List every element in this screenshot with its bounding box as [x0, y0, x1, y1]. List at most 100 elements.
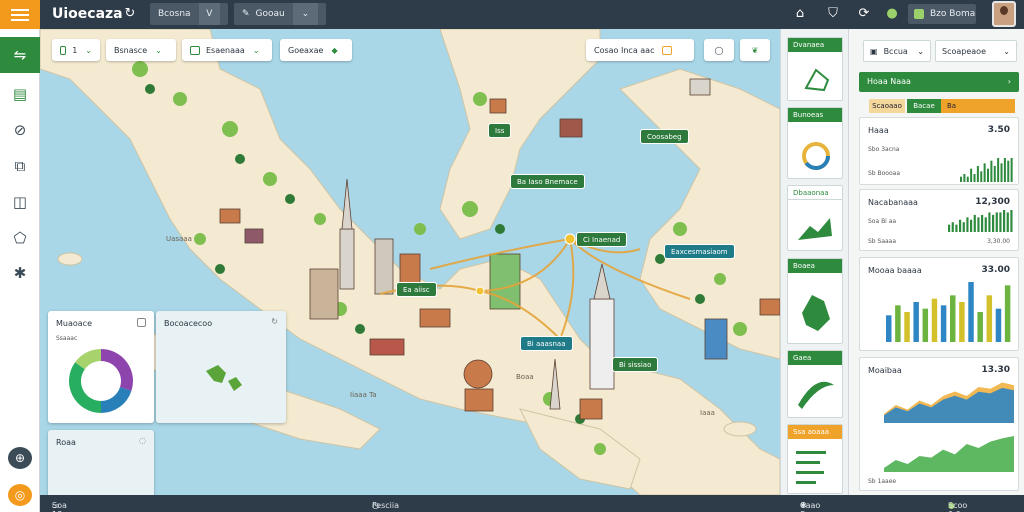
- refresh-icon[interactable]: ↻: [122, 6, 138, 22]
- list-icon: [796, 451, 826, 484]
- info-icon[interactable]: ◌: [139, 436, 146, 445]
- chevron-down-icon: ⌄: [155, 45, 162, 55]
- chart-bar: [981, 214, 984, 232]
- chart-bar: [895, 305, 901, 342]
- map-label[interactable]: Bi sissiao: [612, 357, 659, 372]
- chart-bar: [966, 176, 969, 182]
- sync-icon[interactable]: ⟳: [856, 6, 872, 22]
- rc2-dropdown-2[interactable]: Scoapeaoe ⌄: [935, 40, 1017, 62]
- mini-card-4[interactable]: Boaea: [787, 258, 843, 344]
- calendar-icon: [190, 45, 200, 55]
- map-search-pill[interactable]: Cosao Inca aac: [586, 39, 694, 61]
- dataset-dropdown-label: Bcosna: [158, 9, 191, 19]
- overview-header[interactable]: Hoaa Naaa ›: [859, 72, 1019, 92]
- user-button[interactable]: Bzo Boma: [908, 4, 976, 24]
- circle-icon: ◯: [714, 45, 724, 55]
- dataset-dropdown-chevron: V: [198, 3, 220, 25]
- map-label[interactable]: Iss: [488, 123, 512, 138]
- mini-card-2[interactable]: Bunoeas oaaa: [787, 107, 843, 179]
- stat-panel-4: Moaibaa 13.30 Sb 1aaee: [859, 357, 1019, 491]
- filter-pill-3[interactable]: Esaenaaa ⌄: [182, 39, 272, 61]
- sidebar-item-regions[interactable]: ⬠: [8, 227, 32, 249]
- sidebar-item-reports[interactable]: ▤: [8, 83, 32, 105]
- chart-bar: [963, 174, 966, 182]
- edit-icon: ✎: [242, 9, 250, 19]
- chart-bar: [988, 212, 991, 232]
- chart-bar: [993, 166, 996, 182]
- calendar-icon: ▣: [870, 46, 878, 56]
- shield-icon[interactable]: ⛉: [825, 6, 841, 22]
- menu-button[interactable]: [0, 0, 40, 29]
- user-status-icon: [914, 9, 924, 19]
- map-label[interactable]: Ci Inaenad: [576, 232, 628, 247]
- stat-panel-2: Nacabanaaa 12,300 Soa Bi aa Sb Saaaa 3,3…: [859, 189, 1019, 251]
- chart-bar: [1000, 163, 1003, 182]
- sidebar-item-notes[interactable]: ◫: [8, 191, 32, 213]
- leaf-icon: [798, 381, 834, 409]
- sidebar-item-settings[interactable]: ✱: [8, 262, 32, 284]
- status-icon[interactable]: ●: [884, 6, 900, 22]
- chart-bar: [1003, 158, 1006, 182]
- chart-bar: [1004, 285, 1011, 342]
- map-label[interactable]: Ba Iaso Bnemace: [510, 174, 585, 189]
- chart-bar: [886, 315, 892, 342]
- app-title: Uioecaza: [52, 6, 123, 22]
- filter-pill-2[interactable]: Bsnasce ⌄: [106, 39, 176, 61]
- sidebar-item-explore[interactable]: ⊘: [8, 119, 32, 141]
- chart-bar: [999, 212, 1002, 232]
- sidebar-help-button[interactable]: ◎: [8, 484, 32, 506]
- chart-bar: [913, 302, 919, 342]
- chart-bar: [976, 166, 979, 182]
- mini-card-1[interactable]: Dvanaea: [787, 37, 843, 101]
- map-label[interactable]: Ea aiisc: [396, 282, 437, 297]
- map-label[interactable]: Coosabeg: [640, 129, 689, 144]
- chart-bar: [997, 158, 1000, 182]
- tab-1[interactable]: Scaoaao: [869, 99, 905, 113]
- tab-3[interactable]: Ba: [941, 99, 1015, 113]
- map-label[interactable]: Eaxcesmasiaom: [664, 244, 735, 259]
- donut-slice: [100, 349, 133, 391]
- chart-bar: [992, 214, 995, 232]
- donut-slice: [69, 362, 102, 413]
- filter-pill-4[interactable]: Goeaxae ◆: [280, 39, 352, 61]
- mini-card-6[interactable]: Ssa aoaaa: [787, 424, 843, 494]
- mini-card-5[interactable]: Gaea: [787, 350, 843, 418]
- chart-bar: [962, 222, 965, 232]
- chart-bar: [986, 295, 993, 342]
- land-text: Iiaaa Ta: [350, 391, 377, 399]
- view-dropdown[interactable]: ✎ Gooau ⌄: [234, 3, 326, 25]
- chart-bar: [904, 312, 910, 342]
- left-sidebar: ⇋ ▤ ⊘ ⧉ ◫ ⬠ ✱ ⊕ ◎: [0, 29, 40, 512]
- info-card-title: Roaa: [56, 438, 76, 447]
- chart-bar: [990, 160, 993, 182]
- mini-card-3[interactable]: Dbaaonaa: [787, 185, 843, 251]
- dataset-dropdown[interactable]: Bcosna V: [150, 3, 228, 25]
- chart-bar: [966, 217, 969, 232]
- tab-2[interactable]: Bacae: [907, 99, 941, 113]
- home-icon[interactable]: ⌂: [792, 6, 808, 22]
- stat-panel-3: Mooaa baaaa 33.00: [859, 257, 1019, 351]
- chart-bar: [995, 308, 1002, 342]
- map-label[interactable]: Bi aaasnaa: [520, 336, 573, 351]
- chart-bar: [970, 219, 973, 232]
- sidebar-item-files[interactable]: ⧉: [8, 155, 32, 177]
- area-series-2: [884, 436, 1014, 472]
- chevron-down-icon: ⌄: [252, 45, 260, 55]
- info-card: Roaa ◌: [48, 430, 154, 495]
- map-canvas[interactable]: 1 ⌄ Bsnasce ⌄ Esaenaaa ⌄ Goeaxae ◆ Cosao Inc…: [40, 29, 780, 495]
- chart-bar: [940, 305, 947, 342]
- avatar[interactable]: [992, 1, 1016, 27]
- right-mini-panel: Dvanaea Bunoeas oaaa Dbaaonaa Boaea Gaea…: [780, 29, 848, 495]
- top-bar: Uioecaza ↻ Bcosna V ✎ Gooau ⌄ ⌂ ⛉ ⟳ ● Bz…: [0, 0, 1024, 29]
- chart-bar: [951, 222, 954, 232]
- bar-chart-2: [948, 210, 1013, 232]
- map-zoom-button[interactable]: ◯: [704, 39, 734, 61]
- map-layers-button[interactable]: ❦: [740, 39, 770, 61]
- chevron-right-icon: ›: [1007, 77, 1011, 86]
- chart-bar: [968, 282, 974, 342]
- sidebar-compass-button[interactable]: ⊕: [8, 447, 32, 469]
- rc2-dropdown-1[interactable]: ▣ Bccua ⌄: [863, 40, 931, 62]
- filter-pill-1[interactable]: 1 ⌄: [52, 39, 100, 61]
- chart-bar: [922, 308, 929, 342]
- island-icon: [802, 295, 830, 331]
